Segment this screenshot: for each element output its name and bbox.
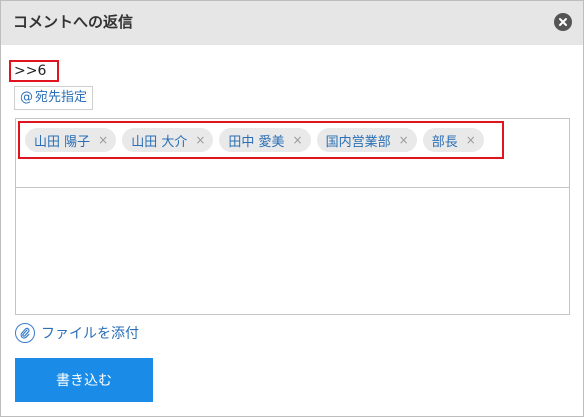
recipient-chip: 山田 陽子 × (25, 128, 117, 152)
remove-recipient-icon[interactable]: × (466, 134, 476, 146)
comment-textarea[interactable] (15, 187, 570, 315)
recipient-name: 部長 (431, 134, 458, 150)
close-button[interactable] (554, 13, 572, 31)
dialog-title: コメントへの返信 (13, 13, 134, 31)
remove-recipient-icon[interactable]: × (195, 134, 205, 146)
attach-file-label: ファイルを添付 (41, 326, 139, 342)
reply-dialog: コメントへの返信 >>6 @ 宛先指定 山田 陽子 × 山田 大介 × 田中 愛… (0, 0, 584, 417)
reply-prefix: >>6 (9, 60, 59, 82)
remove-recipient-icon[interactable]: × (98, 134, 108, 146)
submit-button[interactable]: 書き込む (15, 358, 153, 402)
attach-file-link[interactable]: ファイルを添付 (15, 322, 139, 344)
dialog-titlebar: コメントへの返信 (1, 1, 583, 45)
recipient-name: 国内営業部 (325, 134, 391, 150)
at-icon: @ (20, 90, 33, 105)
address-button[interactable]: @ 宛先指定 (14, 86, 94, 110)
paperclip-icon (15, 323, 35, 343)
recipients-list: 山田 陽子 × 山田 大介 × 田中 愛美 × 国内営業部 × 部長 × (18, 121, 504, 159)
recipient-chip: 部長 × (422, 128, 484, 152)
recipient-chip: 田中 愛美 × (219, 128, 311, 152)
remove-recipient-icon[interactable]: × (399, 134, 409, 146)
remove-recipient-icon[interactable]: × (293, 134, 303, 146)
recipient-name: 田中 愛美 (228, 134, 285, 150)
recipient-chip: 山田 大介 × (122, 128, 214, 152)
recipient-name: 山田 大介 (131, 134, 188, 150)
close-icon (559, 18, 567, 26)
recipient-chip: 国内営業部 × (316, 128, 417, 152)
recipient-name: 山田 陽子 (34, 134, 91, 150)
address-button-label: 宛先指定 (35, 90, 88, 105)
